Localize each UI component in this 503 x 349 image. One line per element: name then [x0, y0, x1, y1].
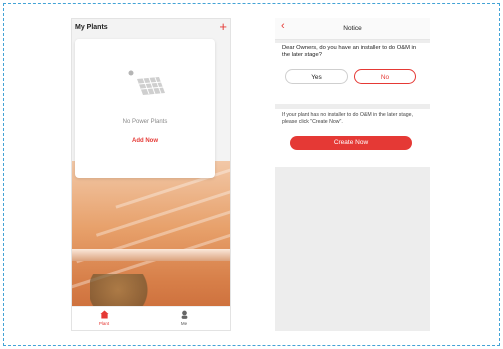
create-section: If your plant has no installer to do O&M…	[275, 109, 430, 167]
bottom-tab-bar: Plant Me	[72, 306, 230, 330]
add-now-button[interactable]: Add Now	[75, 138, 215, 144]
plus-icon[interactable]: +	[219, 20, 227, 33]
tab-me-label: Me	[180, 321, 188, 326]
yes-button[interactable]: Yes	[285, 69, 348, 84]
nav-title: Notice	[343, 25, 362, 32]
page-title: My Plants	[75, 24, 108, 31]
solar-panel-icon	[128, 70, 165, 95]
tab-me[interactable]: Me	[164, 310, 204, 326]
home-icon	[99, 310, 109, 319]
user-icon	[181, 310, 187, 319]
empty-plants-card: No Power Plants Add Now	[75, 39, 215, 178]
tab-plant[interactable]: Plant	[84, 310, 124, 326]
notice-screen: ‹ Notice Dear Owners, do you have an ins…	[275, 18, 430, 331]
roof-gutter	[72, 249, 230, 261]
question-text: Dear Owners, do you have an installer to…	[282, 45, 417, 58]
no-button[interactable]: No	[354, 69, 416, 84]
header: My Plants +	[72, 19, 230, 39]
info-text: If your plant has no installer to do O&M…	[282, 112, 413, 125]
empty-state-text: No Power Plants	[122, 119, 168, 125]
question-section: Dear Owners, do you have an installer to…	[275, 43, 430, 104]
nav-bar: ‹ Notice	[275, 18, 430, 40]
create-now-button[interactable]: Create Now	[290, 136, 412, 150]
my-plants-screen: My Plants + No Power Plants Add Now Plan…	[71, 18, 231, 331]
tab-plant-label: Plant	[98, 321, 110, 326]
